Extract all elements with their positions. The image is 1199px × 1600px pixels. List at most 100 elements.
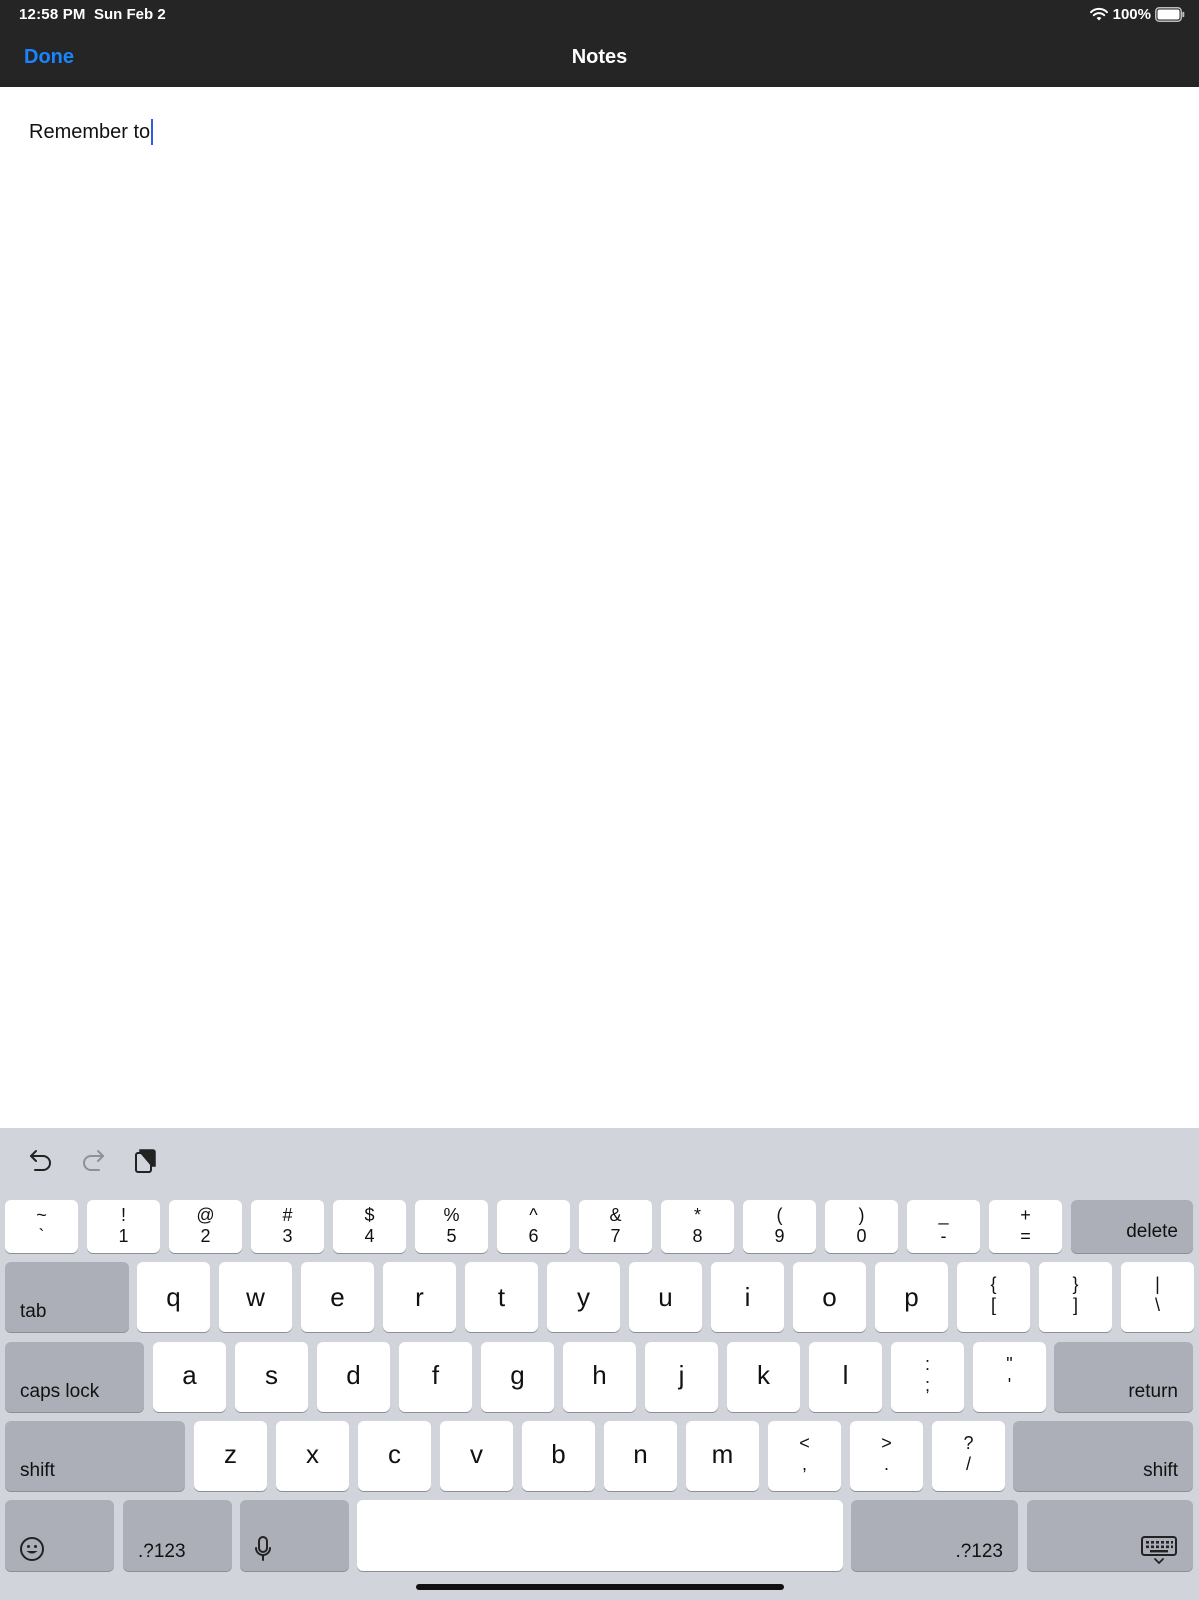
note-text-content: Remember to bbox=[29, 120, 151, 143]
key-letter-n[interactable]: n bbox=[604, 1421, 677, 1491]
redo-button[interactable] bbox=[77, 1144, 109, 1176]
key-letter-w[interactable]: w bbox=[219, 1262, 292, 1332]
key-letter-o[interactable]: o bbox=[793, 1262, 866, 1332]
keyboard-dismiss-icon bbox=[1141, 1536, 1177, 1564]
key-letter-c-label: c bbox=[388, 1439, 401, 1469]
key-symbol-bottom-2-bottom-char: / bbox=[965, 1454, 971, 1474]
key-symbol-bottom-1-bottom-char: . bbox=[883, 1454, 889, 1474]
key-letter-a[interactable]: a bbox=[153, 1342, 226, 1412]
key-number-6[interactable]: ^ 6 bbox=[497, 1200, 570, 1253]
key-number-3[interactable]: #3 bbox=[251, 1200, 324, 1253]
key-number-9[interactable]: (9 bbox=[743, 1200, 816, 1253]
key-letter-y-label: y bbox=[577, 1282, 590, 1312]
caps-lock-key[interactable]: caps lock bbox=[5, 1342, 144, 1412]
key-number-1-top-char: ! bbox=[120, 1205, 126, 1225]
key-letter-p-label: p bbox=[904, 1282, 919, 1312]
key-letter-i[interactable]: i bbox=[711, 1262, 784, 1332]
key-letter-f[interactable]: f bbox=[399, 1342, 472, 1412]
key-letter-q-label: q bbox=[166, 1282, 181, 1312]
key-number-9-bottom-char: 9 bbox=[774, 1226, 785, 1246]
key-symbol-bottom-2-top-char: ? bbox=[963, 1433, 974, 1453]
key-letter-j-label: j bbox=[678, 1360, 685, 1390]
battery-icon bbox=[1155, 6, 1185, 22]
key-letter-b[interactable]: b bbox=[522, 1421, 595, 1491]
undo-button[interactable] bbox=[25, 1144, 57, 1176]
key-letter-l[interactable]: l bbox=[809, 1342, 882, 1412]
paste-button[interactable] bbox=[129, 1144, 161, 1176]
note-editor[interactable]: Remember to bbox=[0, 87, 1199, 1128]
key-number-10-top-char: ) bbox=[858, 1205, 865, 1225]
space-key[interactable] bbox=[357, 1500, 843, 1571]
key-symbol-home-1[interactable]: " ' bbox=[973, 1342, 1046, 1412]
key-letter-p[interactable]: p bbox=[875, 1262, 948, 1332]
key-letter-z[interactable]: z bbox=[194, 1421, 267, 1491]
key-letter-t[interactable]: t bbox=[465, 1262, 538, 1332]
emoji-key[interactable] bbox=[5, 1500, 114, 1571]
key-number-11[interactable]: _ - bbox=[907, 1200, 980, 1253]
key-letter-v-label: v bbox=[470, 1439, 483, 1469]
note-text[interactable]: Remember to bbox=[29, 119, 154, 145]
key-number-1[interactable]: ! 1 bbox=[87, 1200, 160, 1253]
key-number-7[interactable]: & 7 bbox=[579, 1200, 652, 1253]
key-letter-m[interactable]: m bbox=[686, 1421, 759, 1491]
key-symbol-top-1[interactable]: }] bbox=[1039, 1262, 1112, 1332]
key-letter-r[interactable]: r bbox=[383, 1262, 456, 1332]
key-number-5-top-char: % bbox=[443, 1205, 460, 1225]
key-number-0[interactable]: ~ ` bbox=[5, 1200, 78, 1253]
key-symbol-bottom-2[interactable]: ? / bbox=[932, 1421, 1005, 1491]
key-letter-e[interactable]: e bbox=[301, 1262, 374, 1332]
key-number-11-top-char: _ bbox=[938, 1205, 949, 1225]
key-number-12[interactable]: + = bbox=[989, 1200, 1062, 1253]
return-key-label: return bbox=[1128, 1381, 1178, 1402]
key-number-2-bottom-char: 2 bbox=[200, 1226, 211, 1246]
key-number-8[interactable]: * 8 bbox=[661, 1200, 734, 1253]
left-shift-key[interactable]: shift bbox=[5, 1421, 185, 1491]
microphone-icon bbox=[255, 1536, 271, 1561]
tab-key[interactable]: tab bbox=[5, 1262, 129, 1332]
numbers-key-left[interactable]: .?123 bbox=[123, 1500, 232, 1571]
key-symbol-bottom-1[interactable]: >. bbox=[850, 1421, 923, 1491]
key-number-12-bottom-char: = bbox=[1020, 1226, 1031, 1246]
return-key[interactable]: return bbox=[1054, 1342, 1193, 1412]
key-letter-g[interactable]: g bbox=[481, 1342, 554, 1412]
key-number-5-bottom-char: 5 bbox=[446, 1226, 457, 1246]
key-number-10[interactable]: ) 0 bbox=[825, 1200, 898, 1253]
key-letter-x[interactable]: x bbox=[276, 1421, 349, 1491]
key-symbol-bottom-0[interactable]: <, bbox=[768, 1421, 841, 1491]
numbers-key-right[interactable]: .?123 bbox=[851, 1500, 1018, 1571]
key-number-12-top-char: + bbox=[1020, 1205, 1031, 1225]
key-letter-v[interactable]: v bbox=[440, 1421, 513, 1491]
key-symbol-top-2[interactable]: | \ bbox=[1121, 1262, 1194, 1332]
key-letter-y[interactable]: y bbox=[547, 1262, 620, 1332]
dismiss-keyboard-key[interactable] bbox=[1027, 1500, 1193, 1571]
key-symbol-home-0-top-char: : bbox=[924, 1354, 930, 1374]
key-symbol-top-2-bottom-char: \ bbox=[1154, 1295, 1160, 1315]
key-letter-h[interactable]: h bbox=[563, 1342, 636, 1412]
key-symbol-top-0-top-char: { bbox=[990, 1274, 997, 1294]
key-letter-m-label: m bbox=[711, 1439, 734, 1469]
key-letter-u[interactable]: u bbox=[629, 1262, 702, 1332]
key-symbol-top-0[interactable]: {[ bbox=[957, 1262, 1030, 1332]
key-letter-q[interactable]: q bbox=[137, 1262, 210, 1332]
clipboard-icon bbox=[135, 1149, 156, 1173]
key-symbol-top-0-bottom-char: [ bbox=[990, 1295, 996, 1315]
right-shift-key[interactable]: shift bbox=[1013, 1421, 1193, 1491]
text-caret bbox=[151, 119, 154, 145]
key-symbol-home-0[interactable]: :; bbox=[891, 1342, 964, 1412]
key-number-10-bottom-char: 0 bbox=[856, 1226, 867, 1246]
key-number-2[interactable]: @2 bbox=[169, 1200, 242, 1253]
key-letter-j[interactable]: j bbox=[645, 1342, 718, 1412]
dictation-key[interactable] bbox=[240, 1500, 349, 1571]
delete-key[interactable]: delete bbox=[1071, 1200, 1193, 1253]
key-letter-k[interactable]: k bbox=[727, 1342, 800, 1412]
key-letter-c[interactable]: c bbox=[358, 1421, 431, 1491]
key-letter-s[interactable]: s bbox=[235, 1342, 308, 1412]
status-time: 12:58 PM bbox=[19, 6, 86, 23]
key-number-8-bottom-char: 8 bbox=[692, 1226, 703, 1246]
key-number-5[interactable]: % 5 bbox=[415, 1200, 488, 1253]
key-number-4[interactable]: $4 bbox=[333, 1200, 406, 1253]
key-letter-r-label: r bbox=[415, 1282, 424, 1312]
key-letter-d[interactable]: d bbox=[317, 1342, 390, 1412]
key-number-0-bottom-char: ` bbox=[38, 1226, 45, 1246]
key-number-4-bottom-char: 4 bbox=[364, 1226, 375, 1246]
